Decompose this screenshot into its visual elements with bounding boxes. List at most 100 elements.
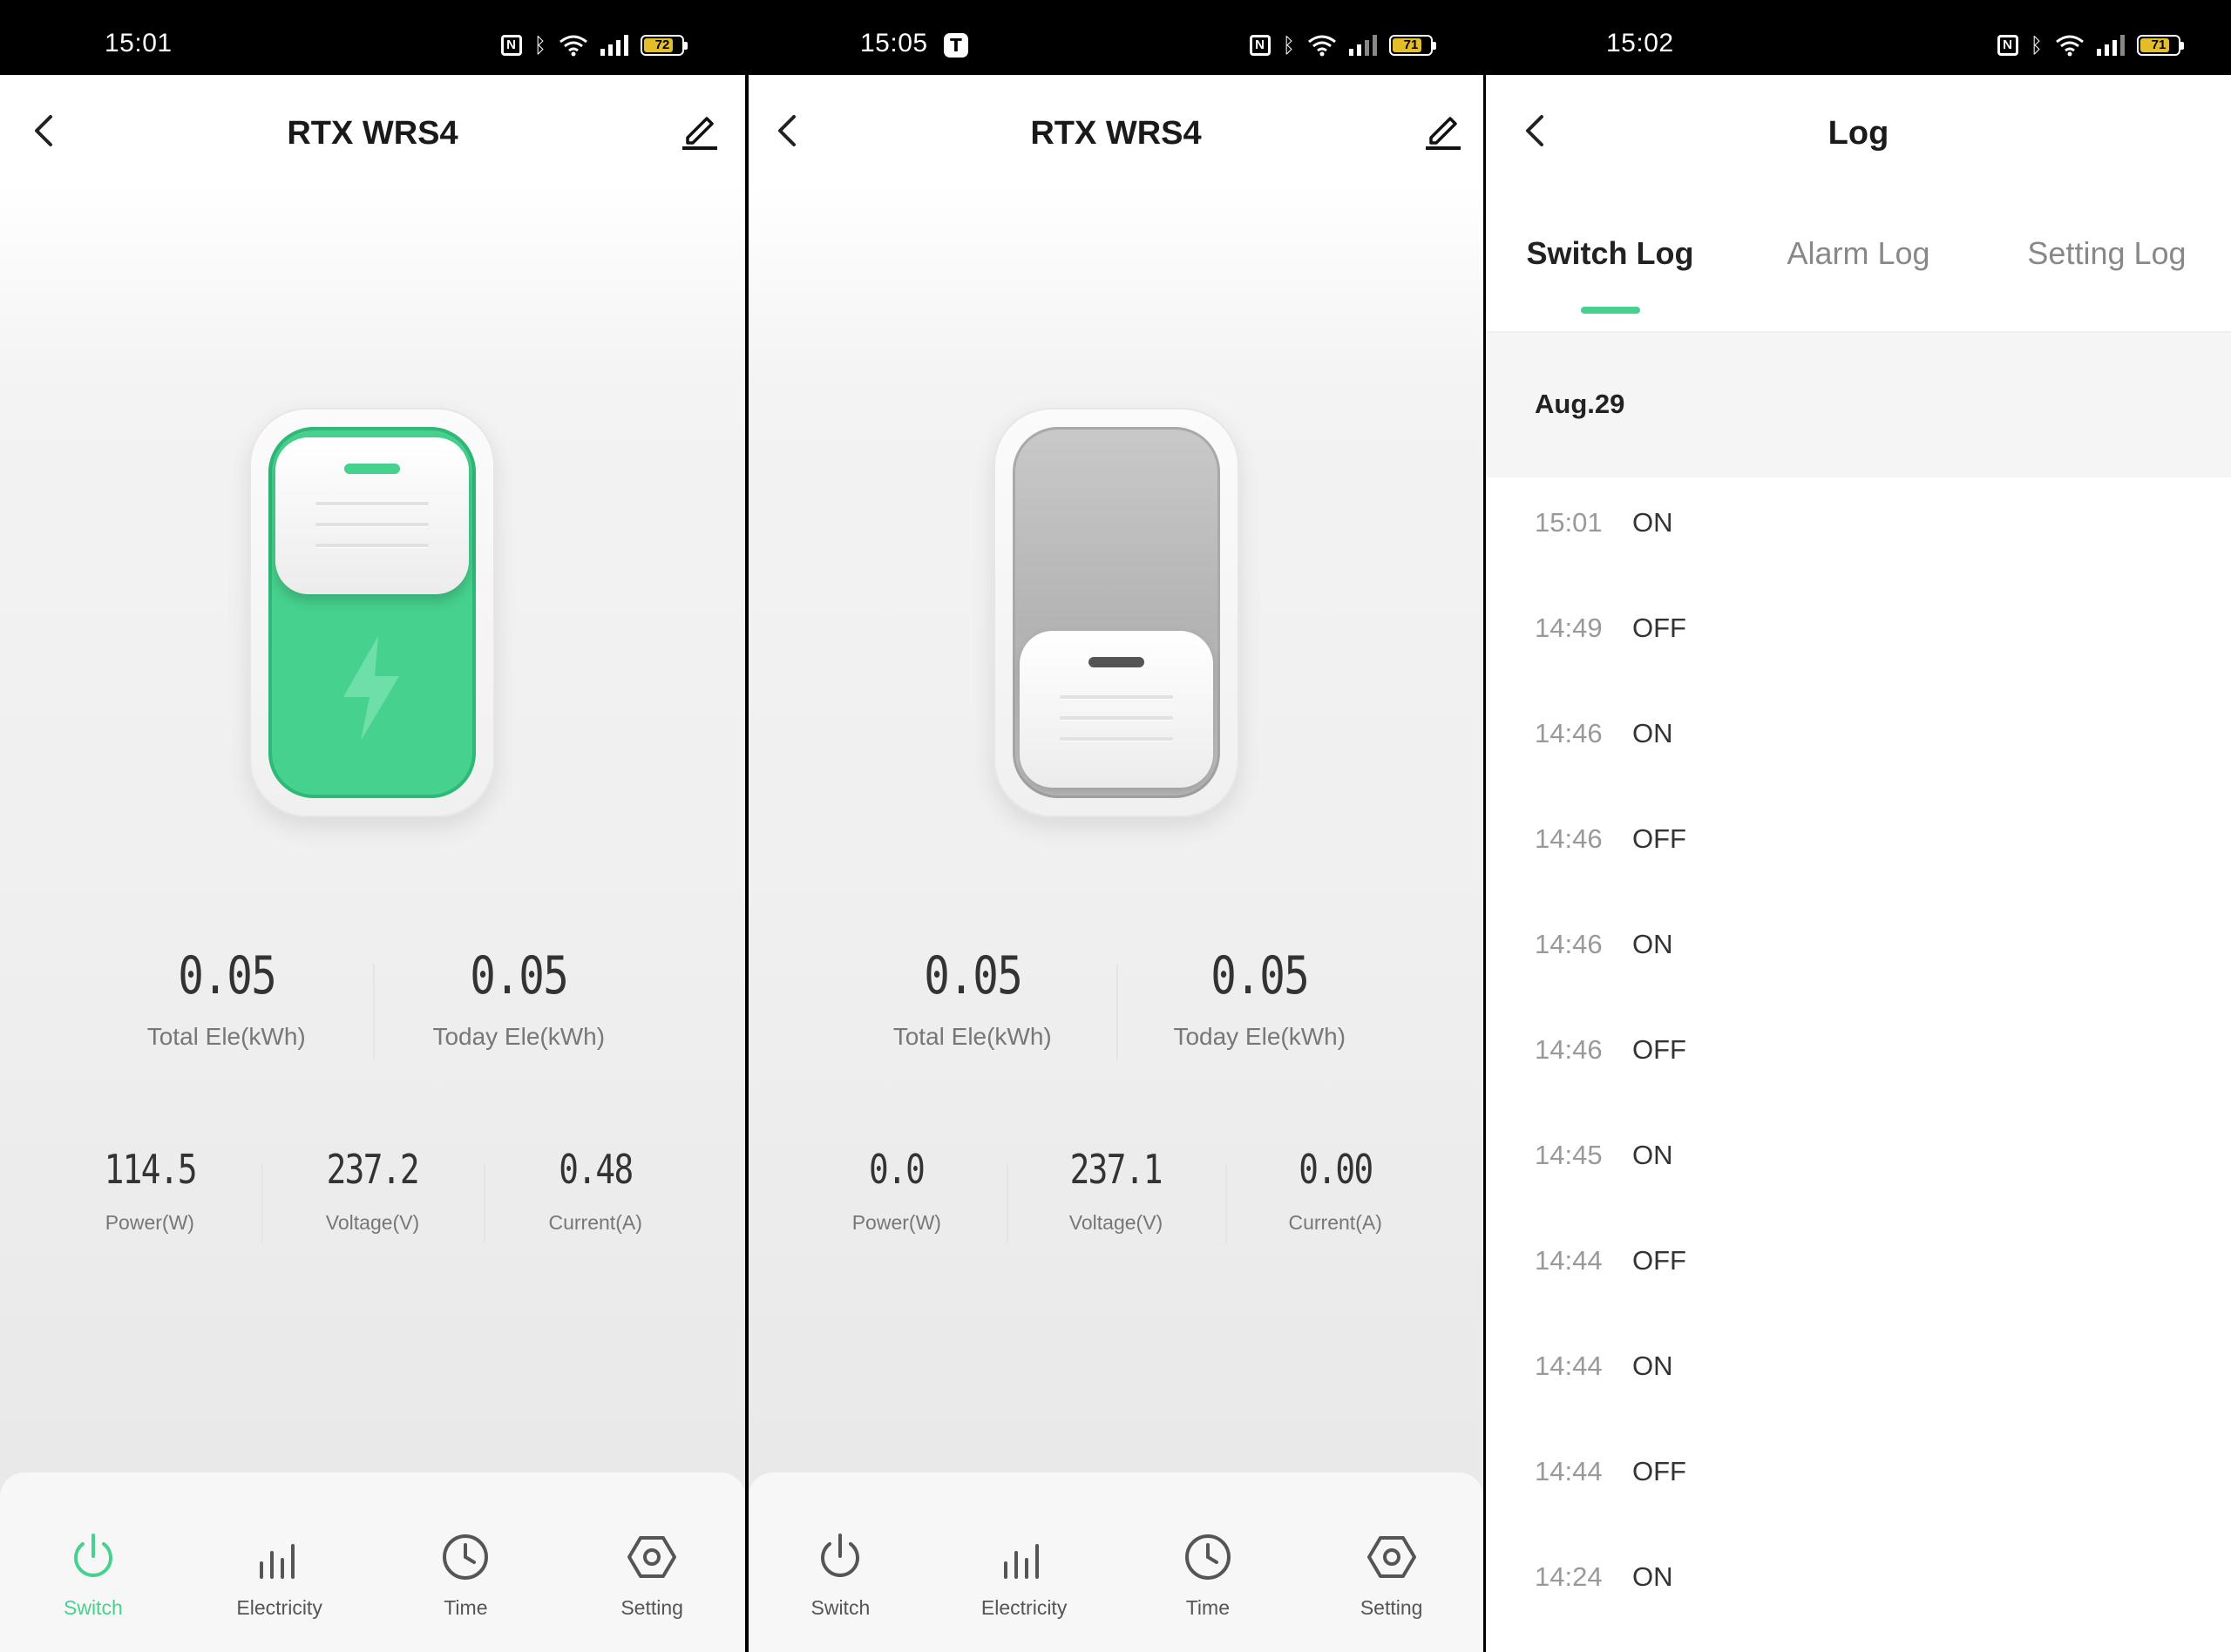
tab-electricity[interactable]: Electricity	[932, 1473, 1116, 1652]
log-entry: 14:46 ON	[1486, 718, 2231, 770]
total-ele-stat: 0.05 Total Ele(kWh)	[829, 946, 1116, 1051]
knob-grip-line	[315, 544, 429, 547]
log-entry: 14:46 ON	[1486, 929, 2231, 981]
log-entry-state: ON	[1632, 929, 1673, 959]
tab-electricity[interactable]: Electricity	[186, 1473, 373, 1652]
voltage-stat: 237.2 Voltage(V)	[261, 1145, 485, 1242]
today-ele-value: 0.05	[1210, 945, 1310, 1006]
power-value: 0.0	[869, 1146, 926, 1193]
log-entry-time: 14:44	[1535, 1351, 1603, 1381]
tab-label: Switch	[810, 1596, 871, 1619]
tab-time[interactable]: Time	[373, 1473, 559, 1652]
status-bar: 15:01 N ᛒ 72	[0, 0, 745, 75]
tab-label: Time	[1185, 1596, 1230, 1619]
current-stat: 0.00 Current(A)	[1225, 1145, 1445, 1242]
log-entry: 14:49 OFF	[1486, 613, 2231, 665]
tab-label: Switch	[64, 1596, 123, 1619]
hexagon-settings-icon	[1366, 1536, 1416, 1578]
realtime-stats: 0.0 Power(W) 237.1 Voltage(V) 0.00 Curre…	[749, 1145, 1483, 1242]
status-icons: N ᛒ 72	[500, 33, 688, 58]
signal-icon	[1349, 35, 1377, 56]
status-bar: 15:02 N ᛒ 71	[1486, 0, 2231, 75]
edit-button[interactable]	[681, 112, 719, 150]
battery-level: 72	[654, 37, 670, 52]
log-entry-time: 14:46	[1535, 823, 1603, 854]
signal-icon	[2097, 35, 2125, 56]
page-title: RTX WRS4	[1030, 115, 1202, 152]
edit-button[interactable]	[1424, 112, 1462, 150]
current-value: 0.00	[1299, 1146, 1373, 1193]
status-bar: 15:05 T N ᛒ 71	[749, 0, 1483, 75]
voltage-value: 237.1	[1069, 1146, 1163, 1193]
knob-grip-line	[1060, 695, 1173, 699]
status-time: 15:02	[1606, 29, 1674, 58]
log-entry-state: OFF	[1632, 613, 1686, 643]
knob-grip-line	[315, 502, 429, 505]
log-entry-state: OFF	[1632, 1456, 1686, 1486]
tab-label: Alarm Log	[1787, 235, 1930, 271]
active-tab-indicator	[1580, 307, 1640, 314]
nfc-icon: N	[500, 35, 522, 56]
total-ele-value: 0.05	[923, 945, 1023, 1006]
bar-chart-icon	[259, 1544, 295, 1579]
current-value: 0.48	[559, 1146, 634, 1193]
tab-setting[interactable]: Setting	[1299, 1473, 1483, 1652]
battery-level: 71	[2151, 37, 2167, 52]
today-ele-value: 0.05	[470, 945, 569, 1006]
log-entry: 14:44 ON	[1486, 1351, 2231, 1403]
tab-time[interactable]: Time	[1116, 1473, 1300, 1652]
log-entry: 14:24 ON	[1486, 1561, 2231, 1614]
log-entry-time: 14:46	[1535, 718, 1603, 748]
power-icon	[821, 1534, 860, 1577]
current-label: Current(A)	[1288, 1211, 1382, 1234]
log-entry: 14:46 OFF	[1486, 1034, 2231, 1087]
tab-switch[interactable]: Switch	[749, 1473, 932, 1652]
hexagon-settings-icon	[627, 1536, 677, 1578]
clock-icon	[443, 1534, 489, 1580]
today-ele-stat: 0.05 Today Ele(kWh)	[372, 945, 666, 1060]
app-content: Log Switch Log Alarm Log Setting Log Aug…	[1486, 75, 2231, 1652]
log-entry-time: 14:24	[1535, 1561, 1603, 1592]
tab-label: Time	[444, 1596, 488, 1619]
status-time: 15:01	[105, 29, 173, 58]
power-switch-toggle[interactable]	[249, 408, 495, 817]
tab-setting[interactable]: Setting	[559, 1473, 745, 1652]
tab-alarm-log[interactable]: Alarm Log	[1734, 223, 1983, 331]
today-ele-label: Today Ele(kWh)	[432, 1023, 606, 1050]
log-screen: 15:02 N ᛒ 71 Log Switch Log Alarm Log Se…	[1486, 0, 2231, 1652]
notification-app-icon: T	[944, 33, 968, 58]
total-ele-value: 0.05	[177, 945, 277, 1006]
log-entry-time: 14:49	[1535, 613, 1603, 643]
tab-switch[interactable]: Switch	[0, 1473, 186, 1652]
log-entry-time: 14:44	[1535, 1245, 1603, 1276]
tab-switch-log[interactable]: Switch Log	[1486, 223, 1734, 331]
lightning-bolt-icon	[343, 636, 399, 741]
battery-icon: 71	[2137, 35, 2184, 56]
bluetooth-icon: ᛒ	[533, 33, 546, 58]
clock-icon	[1184, 1534, 1231, 1580]
knob-grip-line	[315, 523, 429, 526]
power-label: Power(W)	[105, 1211, 194, 1234]
nfc-icon: N	[1249, 35, 1271, 56]
tab-label: Setting Log	[2027, 235, 2187, 271]
app-content: RTX WRS4 0.05 Total Ele(kWh) 0.05 Today …	[749, 75, 1483, 1652]
log-entry-time: 14:44	[1535, 1456, 1603, 1486]
log-entry-time: 15:01	[1535, 507, 1603, 538]
voltage-label: Voltage(V)	[325, 1211, 420, 1234]
voltage-stat: 237.1 Voltage(V)	[1006, 1145, 1226, 1242]
log-entry-state: ON	[1632, 1351, 1673, 1381]
power-switch-toggle[interactable]	[993, 408, 1239, 817]
log-entry-time: 14:45	[1535, 1140, 1603, 1170]
app-content: RTX WRS4 0.05 Total Ele(kWh) 0.05 Today …	[0, 75, 745, 1652]
tab-setting-log[interactable]: Setting Log	[1983, 223, 2231, 331]
switch-track	[1013, 427, 1220, 798]
battery-icon: 72	[641, 35, 688, 56]
log-entry: 14:44 OFF	[1486, 1456, 2231, 1508]
total-ele-stat: 0.05 Total Ele(kWh)	[80, 946, 373, 1051]
switch-knob	[275, 437, 469, 594]
nfc-icon: N	[1997, 35, 2018, 56]
today-ele-stat: 0.05 Today Ele(kWh)	[1116, 945, 1404, 1060]
bar-chart-icon	[1004, 1544, 1040, 1579]
energy-stats: 0.05 Total Ele(kWh) 0.05 Today Ele(kWh)	[0, 945, 745, 1060]
log-entry-time: 14:46	[1535, 1034, 1603, 1065]
